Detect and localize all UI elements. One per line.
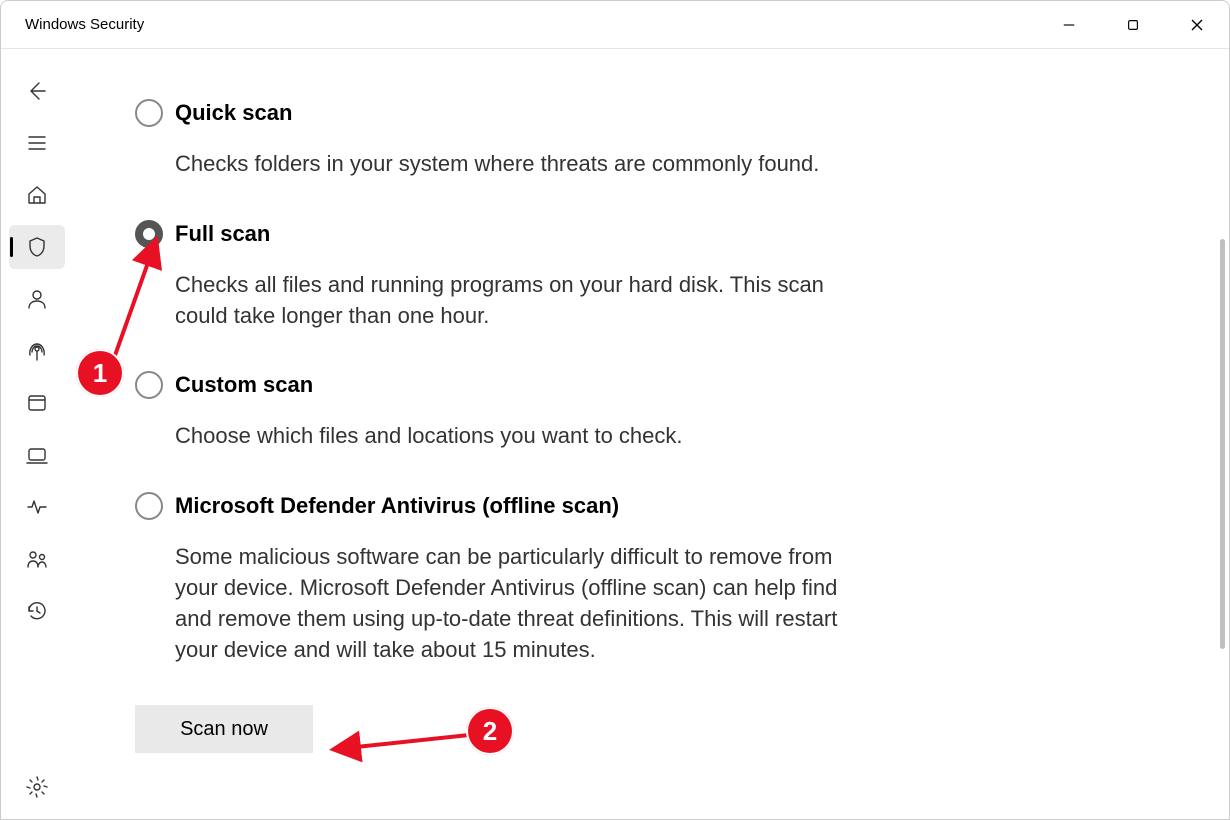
custom-scan-label: Custom scan xyxy=(175,372,313,398)
window-title: Windows Security xyxy=(25,16,144,33)
maximize-button[interactable] xyxy=(1101,1,1165,49)
full-scan-desc: Checks all files and running programs on… xyxy=(175,270,843,332)
quick-scan-label: Quick scan xyxy=(175,100,292,126)
radio-offline-scan[interactable] xyxy=(135,492,163,520)
radio-quick-scan[interactable] xyxy=(135,99,163,127)
offline-scan-label: Microsoft Defender Antivirus (offline sc… xyxy=(175,493,619,519)
offline-scan-desc: Some malicious software can be particula… xyxy=(175,542,843,665)
back-button[interactable] xyxy=(9,69,65,113)
close-button[interactable] xyxy=(1165,1,1229,49)
option-custom-scan[interactable]: Custom scan Choose which files and locat… xyxy=(135,371,843,452)
sidebar xyxy=(1,49,73,820)
window-controls xyxy=(1037,1,1229,49)
account-protection-nav[interactable] xyxy=(9,277,65,321)
option-quick-scan[interactable]: Quick scan Checks folders in your system… xyxy=(135,99,843,180)
annotation-step-2: 2 xyxy=(466,707,514,755)
app-browser-control-nav[interactable] xyxy=(9,381,65,425)
scan-now-label: Scan now xyxy=(180,718,268,741)
option-full-scan[interactable]: Full scan Checks all files and running p… xyxy=(135,220,843,332)
content-area: Quick scan Checks folders in your system… xyxy=(73,49,1229,820)
device-performance-nav[interactable] xyxy=(9,485,65,529)
annotation-step-1: 1 xyxy=(76,349,124,397)
title-bar: Windows Security xyxy=(1,1,1229,49)
radio-custom-scan[interactable] xyxy=(135,371,163,399)
hamburger-menu-button[interactable] xyxy=(9,121,65,165)
annotation-arrow-1 xyxy=(107,235,167,370)
annotation-arrow-2 xyxy=(329,731,479,766)
device-security-nav[interactable] xyxy=(9,433,65,477)
quick-scan-desc: Checks folders in your system where thre… xyxy=(175,149,843,180)
protection-history-nav[interactable] xyxy=(9,589,65,633)
scan-now-button[interactable]: Scan now xyxy=(135,705,313,753)
scrollbar-thumb[interactable] xyxy=(1220,239,1225,649)
family-options-nav[interactable] xyxy=(9,537,65,581)
settings-nav[interactable] xyxy=(9,765,65,809)
home-nav[interactable] xyxy=(9,173,65,217)
custom-scan-desc: Choose which files and locations you wan… xyxy=(175,421,843,452)
firewall-network-nav[interactable] xyxy=(9,329,65,373)
option-offline-scan[interactable]: Microsoft Defender Antivirus (offline sc… xyxy=(135,492,843,665)
minimize-button[interactable] xyxy=(1037,1,1101,49)
full-scan-label: Full scan xyxy=(175,221,270,247)
virus-protection-nav[interactable] xyxy=(9,225,65,269)
